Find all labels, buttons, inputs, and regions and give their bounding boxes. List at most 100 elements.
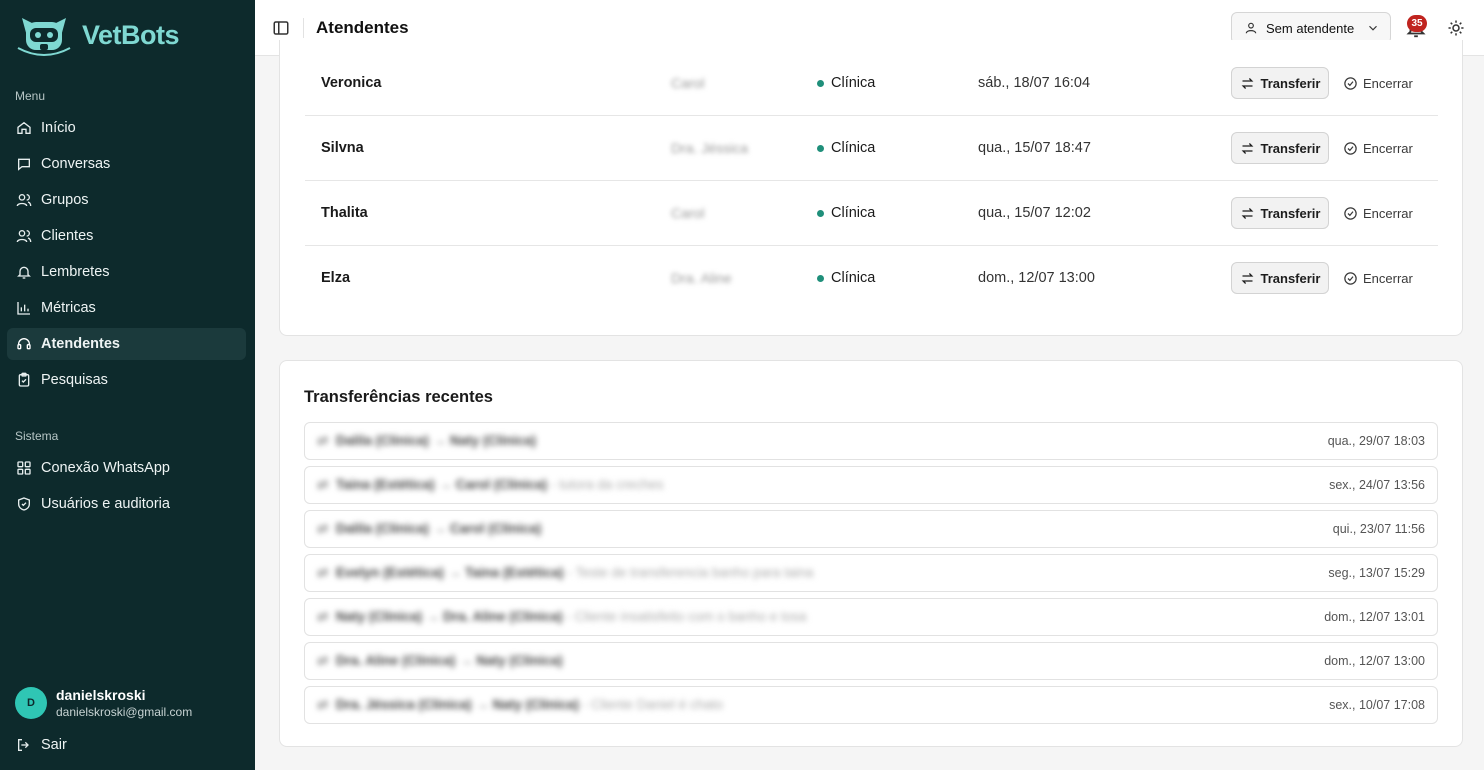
list-item[interactable]: ⇄ Dalila (Clínica) → Carol (Clínica) qui… bbox=[304, 510, 1438, 548]
transfer-note: - Cliente Daniel é chato bbox=[582, 697, 724, 712]
system-section-label: Sistema bbox=[15, 429, 59, 443]
transfer-description: ⇄ Dra. Jéssica (Clínica) → Naty (Clínica… bbox=[317, 697, 724, 712]
sector-label: Clínica bbox=[831, 205, 876, 221]
sidebar-item-label: Usuários e auditoria bbox=[41, 496, 170, 512]
client-name: Silvna bbox=[321, 140, 364, 156]
transfer-label: Transferir bbox=[1260, 270, 1321, 286]
table-row: Elza Dra. Aline Clínica dom., 12/07 13:0… bbox=[305, 246, 1438, 311]
sector-cell: Clínica bbox=[817, 116, 875, 181]
chat-date: sáb., 18/07 16:04 bbox=[978, 75, 1091, 91]
sidebar-item-label: Clientes bbox=[41, 228, 94, 244]
sidebar-item-label: Métricas bbox=[41, 300, 96, 316]
sidebar-item-lembretes[interactable]: Lembretes bbox=[7, 256, 246, 288]
transfer-description: ⇄ Evelyn (Estética) → Taina (Estética) -… bbox=[317, 565, 814, 580]
clipboard-icon bbox=[18, 372, 30, 387]
sidebar-item-clientes[interactable]: Clientes bbox=[7, 220, 246, 252]
sidebar-item-grupos[interactable]: Grupos bbox=[7, 184, 246, 216]
sector-label: Clínica bbox=[831, 140, 876, 156]
end-label: Encerrar bbox=[1363, 140, 1413, 156]
brand-name: VetBots bbox=[82, 19, 180, 50]
transfer-date: qui., 23/07 11:56 bbox=[1332, 522, 1425, 536]
sidebar-item-pesquisas[interactable]: Pesquisas bbox=[7, 364, 246, 396]
chat-date: qua., 15/07 12:02 bbox=[978, 205, 1091, 221]
list-item[interactable]: ⇄ Naty (Clínica) → Dra. Aline (Clínica) … bbox=[304, 598, 1438, 636]
list-item[interactable]: ⇄ Dra. Jéssica (Clínica) → Naty (Clínica… bbox=[304, 686, 1438, 724]
transfer-from: Dra. Aline (Clínica) bbox=[335, 653, 456, 668]
agent-name: Dra. Jéssica bbox=[671, 140, 749, 156]
transfer-button[interactable]: Transferir bbox=[1231, 197, 1329, 229]
page-title: Atendentes bbox=[316, 18, 409, 37]
list-item[interactable]: ⇄ Evelyn (Estética) → Taina (Estética) -… bbox=[304, 554, 1438, 592]
agent-name: Dra. Aline bbox=[671, 270, 732, 286]
logout-button[interactable]: Sair bbox=[16, 737, 67, 753]
transfer-date: dom., 12/07 13:00 bbox=[1324, 654, 1425, 668]
transfer-button[interactable]: Transferir bbox=[1231, 262, 1329, 294]
recent-transfers-card: Transferências recentes ⇄ Dalila (Clínic… bbox=[279, 360, 1463, 747]
sidebar-item-label: Pesquisas bbox=[41, 372, 108, 388]
status-dot bbox=[817, 275, 824, 282]
home-icon bbox=[17, 121, 31, 134]
sector-label: Clínica bbox=[831, 270, 876, 286]
logo[interactable]: VetBots bbox=[12, 10, 180, 60]
transfer-to: Dra. Aline (Clínica) bbox=[443, 609, 563, 624]
shield-icon bbox=[18, 497, 30, 511]
notification-badge: 35 bbox=[1407, 15, 1427, 32]
transfer-arrows-icon bbox=[1241, 207, 1253, 219]
transfer-from: Taina (Estética) bbox=[335, 477, 435, 492]
list-item[interactable]: ⇄ Dra. Aline (Clínica) → Naty (Clínica) … bbox=[304, 642, 1438, 680]
list-item[interactable]: ⇄ Taina (Estética) → Carol (Clínica) - t… bbox=[304, 466, 1438, 504]
end-button[interactable]: Encerrar bbox=[1343, 67, 1413, 99]
sidebar-item-conversas[interactable]: Conversas bbox=[7, 148, 246, 180]
client-name: Veronica bbox=[321, 75, 382, 91]
sidebar-toggle-icon[interactable] bbox=[272, 19, 290, 37]
sidebar-item-label: Conexão WhatsApp bbox=[41, 460, 170, 476]
transfer-date: seg., 13/07 15:29 bbox=[1328, 566, 1425, 580]
active-chats-card: Veronica Carol Clínica sáb., 18/07 16:04… bbox=[279, 40, 1463, 336]
grid-icon bbox=[17, 461, 31, 475]
sidebar-item-conexao-whatsapp[interactable]: Conexão WhatsApp bbox=[7, 452, 246, 484]
status-dot bbox=[817, 145, 824, 152]
sidebar-item-inicio[interactable]: Início bbox=[7, 112, 246, 144]
logout-icon bbox=[18, 739, 29, 751]
transfer-from: Evelyn (Estética) bbox=[335, 565, 444, 580]
transfer-description: ⇄ Naty (Clínica) → Dra. Aline (Clínica) … bbox=[317, 609, 807, 624]
logout-label: Sair bbox=[41, 737, 67, 753]
sector-cell: Clínica bbox=[817, 181, 875, 246]
sidebar-item-label: Atendentes bbox=[41, 336, 120, 352]
user-profile[interactable]: D danielskroski danielskroski@gmail.com bbox=[15, 687, 192, 719]
table-row: Silvna Dra. Jéssica Clínica qua., 15/07 … bbox=[305, 116, 1438, 181]
list-item[interactable]: ⇄ Dalila (Clínica) → Naty (Clínica) qua.… bbox=[304, 422, 1438, 460]
sector-cell: Clínica bbox=[817, 51, 875, 116]
transfer-date: qua., 29/07 18:03 bbox=[1327, 434, 1425, 448]
end-label: Encerrar bbox=[1363, 270, 1413, 286]
client-name: Thalita bbox=[321, 205, 368, 221]
check-circle-icon bbox=[1344, 271, 1357, 285]
user-email: danielskroski@gmail.com bbox=[56, 705, 193, 719]
user-name: danielskroski bbox=[56, 687, 146, 703]
end-button[interactable]: Encerrar bbox=[1343, 132, 1413, 164]
sidebar-item-usuarios-auditoria[interactable]: Usuários e auditoria bbox=[7, 488, 246, 520]
transfer-description: ⇄ Dalila (Clínica) → Naty (Clínica) bbox=[317, 433, 537, 448]
transfer-to: Carol (Clínica) bbox=[449, 521, 542, 536]
table-row: Thalita Carol Clínica qua., 15/07 12:02 … bbox=[305, 181, 1438, 246]
client-name: Elza bbox=[321, 270, 351, 286]
check-circle-icon bbox=[1344, 141, 1357, 155]
transfer-button[interactable]: Transferir bbox=[1231, 132, 1329, 164]
sidebar-item-atendentes[interactable]: Atendentes bbox=[7, 328, 246, 360]
transfer-label: Transferir bbox=[1260, 140, 1321, 156]
transfer-date: sex., 10/07 17:08 bbox=[1329, 698, 1425, 712]
transfer-arrows-icon bbox=[1241, 272, 1253, 284]
recent-transfers-title: Transferências recentes bbox=[304, 388, 493, 406]
end-button[interactable]: Encerrar bbox=[1343, 262, 1413, 294]
avatar: D bbox=[15, 687, 47, 719]
sidebar-item-label: Lembretes bbox=[41, 264, 110, 280]
menu-section-label: Menu bbox=[15, 89, 46, 103]
sidebar-item-metricas[interactable]: Métricas bbox=[7, 292, 246, 324]
transfer-button[interactable]: Transferir bbox=[1231, 67, 1329, 99]
chat-date: dom., 12/07 13:00 bbox=[978, 270, 1095, 286]
headset-icon bbox=[17, 338, 31, 350]
transfer-to: Naty (Clínica) bbox=[449, 433, 537, 448]
sun-icon[interactable] bbox=[1447, 19, 1465, 37]
end-button[interactable]: Encerrar bbox=[1343, 197, 1413, 229]
agent-name: Carol bbox=[671, 75, 705, 91]
